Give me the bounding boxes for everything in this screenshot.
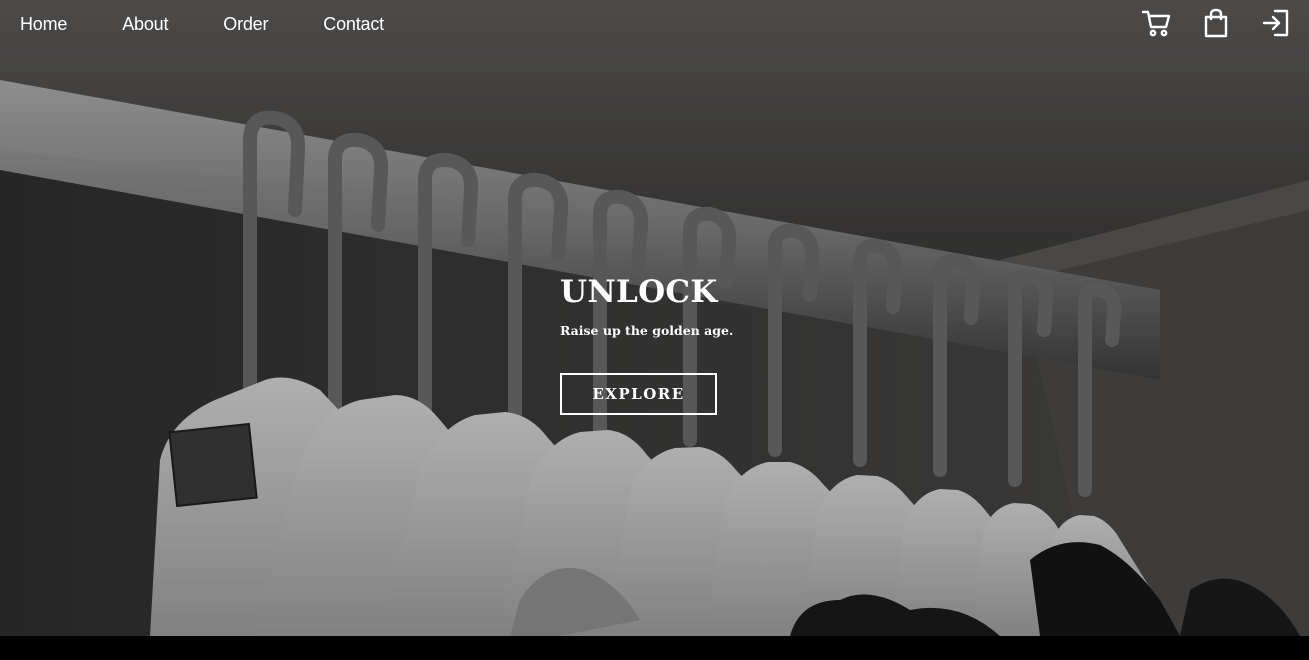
page: Home About Order Contact UNLOCK Raise up… [0,0,1309,660]
nav-link-contact[interactable]: Contact [323,12,384,36]
bottom-bar [0,636,1309,660]
nav-link-order[interactable]: Order [223,12,268,36]
explore-button[interactable]: EXPLORE [560,373,717,415]
cart-button[interactable] [1139,6,1173,40]
header-icons [1113,6,1293,40]
cart-icon [1141,10,1171,37]
hero-text: UNLOCK Raise up the golden age. [560,272,733,340]
bag-button[interactable] [1199,6,1233,40]
nav-link-home[interactable]: Home [20,12,67,36]
shopping-bag-icon [1204,8,1228,38]
hero-headline: UNLOCK [560,274,718,310]
hero-subline: Raise up the golden age. [560,323,734,338]
sign-in-icon [1262,9,1289,37]
main-nav: Home About Order Contact [20,12,439,36]
login-button[interactable] [1259,6,1293,40]
nav-link-about[interactable]: About [122,12,168,36]
